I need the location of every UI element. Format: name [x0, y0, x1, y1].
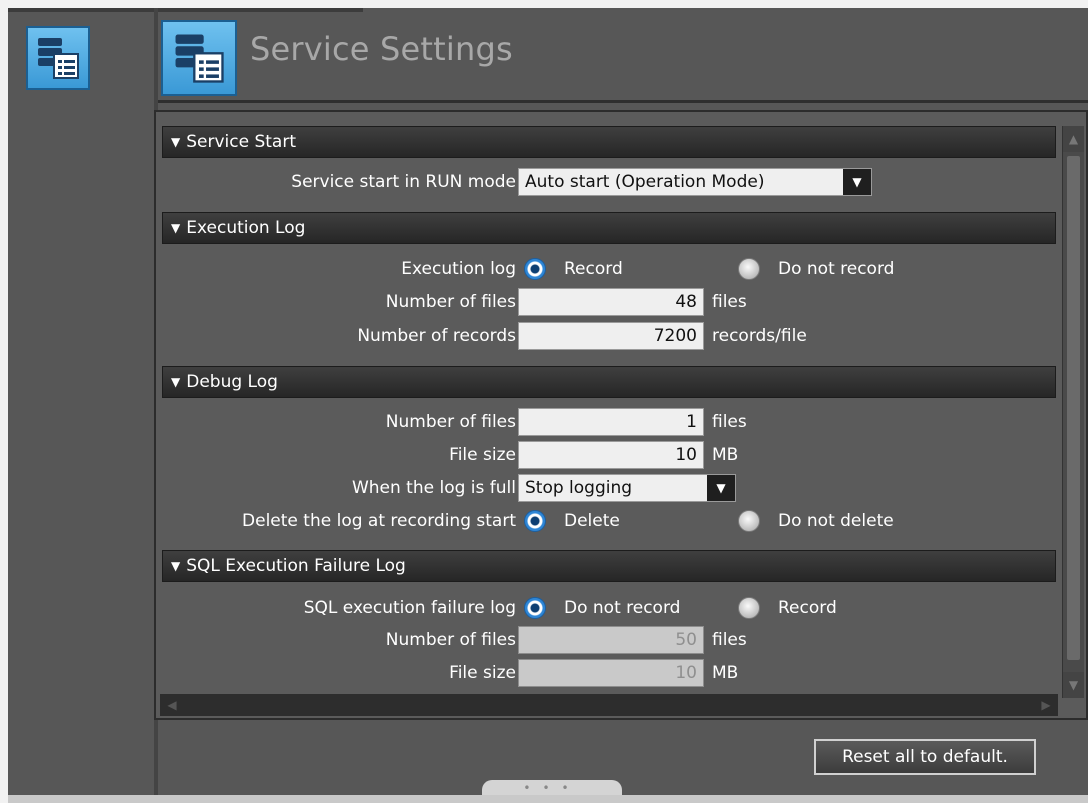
- sql-do-not-record-radio[interactable]: [524, 597, 546, 619]
- settings-panel: ▼ Service Start Service start in RUN mode…: [154, 110, 1088, 720]
- scroll-up-icon[interactable]: ▲: [1063, 126, 1084, 152]
- debug-size-input[interactable]: 10: [518, 441, 704, 469]
- debug-full-value: Stop logging: [525, 478, 633, 498]
- section-title: Debug Log: [186, 372, 278, 392]
- collapse-triangle-icon: ▼: [171, 375, 181, 389]
- execution-files-label: Number of files: [385, 292, 516, 312]
- sql-files-input: 50: [518, 626, 704, 654]
- vertical-scrollbar[interactable]: ▲ ▼: [1062, 126, 1084, 698]
- section-header-sql-failure-log[interactable]: ▼ SQL Execution Failure Log: [162, 550, 1056, 582]
- title-divider: [158, 100, 1088, 103]
- debug-do-not-delete-label: Do not delete: [778, 511, 894, 531]
- service-settings-icon[interactable]: [26, 26, 90, 90]
- debug-size-label: File size: [449, 445, 516, 465]
- debug-files-label: Number of files: [385, 412, 516, 432]
- section-title: Service Start: [186, 132, 296, 152]
- debug-delete-option-label: Delete: [564, 511, 620, 531]
- debug-files-unit: files: [712, 412, 747, 432]
- debug-full-select[interactable]: Stop logging ▼: [518, 474, 736, 502]
- top-tab-sliver: [8, 8, 363, 12]
- scroll-down-icon[interactable]: ▼: [1063, 672, 1084, 698]
- execution-log-do-not-record-label: Do not record: [778, 259, 895, 279]
- debug-delete-label: Delete the log at recording start: [242, 511, 516, 531]
- debug-do-not-delete-radio[interactable]: [738, 510, 760, 532]
- horizontal-scrollbar[interactable]: ◀ ▶: [160, 694, 1058, 716]
- page-title: Service Settings: [250, 30, 513, 68]
- bottom-bar: [8, 795, 1088, 803]
- collapse-triangle-icon: ▼: [171, 559, 181, 573]
- run-mode-value: Auto start (Operation Mode): [525, 172, 765, 192]
- app-window: Service Settings ▼ Service Start Service …: [8, 8, 1088, 803]
- execution-records-label: Number of records: [357, 326, 516, 346]
- sql-size-label: File size: [449, 663, 516, 683]
- execution-files-unit: files: [712, 292, 747, 312]
- execution-log-record-label: Record: [564, 259, 623, 279]
- run-mode-select[interactable]: Auto start (Operation Mode) ▼: [518, 168, 872, 196]
- sql-do-not-record-label: Do not record: [564, 598, 681, 618]
- debug-files-input[interactable]: 1: [518, 408, 704, 436]
- sql-size-unit: MB: [712, 663, 739, 683]
- execution-files-input[interactable]: 48: [518, 288, 704, 316]
- sql-files-label: Number of files: [385, 630, 516, 650]
- vertical-scroll-thumb[interactable]: [1067, 156, 1080, 660]
- debug-size-unit: MB: [712, 445, 739, 465]
- section-header-debug-log[interactable]: ▼ Debug Log: [162, 366, 1056, 398]
- execution-log-record-radio[interactable]: [524, 258, 546, 280]
- scroll-left-icon[interactable]: ◀: [160, 694, 184, 716]
- section-title: SQL Execution Failure Log: [186, 556, 406, 576]
- sql-failure-log-label: SQL execution failure log: [303, 598, 516, 618]
- dropdown-arrow-icon[interactable]: ▼: [705, 475, 735, 501]
- section-header-service-start[interactable]: ▼ Service Start: [162, 126, 1056, 158]
- debug-delete-radio[interactable]: [524, 510, 546, 532]
- dropdown-arrow-icon[interactable]: ▼: [841, 169, 871, 195]
- sql-size-input: 10: [518, 659, 704, 687]
- pane-resize-grip-icon[interactable]: •••: [482, 780, 622, 796]
- execution-log-do-not-record-radio[interactable]: [738, 258, 760, 280]
- execution-log-label: Execution log: [401, 259, 516, 279]
- section-title: Execution Log: [186, 218, 306, 238]
- section-header-execution-log[interactable]: ▼ Execution Log: [162, 212, 1056, 244]
- sql-record-radio[interactable]: [738, 597, 760, 619]
- scroll-right-icon[interactable]: ▶: [1034, 694, 1058, 716]
- run-mode-label: Service start in RUN mode: [291, 172, 516, 192]
- service-settings-title-icon: [161, 20, 237, 96]
- execution-records-input[interactable]: 7200: [518, 322, 704, 350]
- reset-all-button[interactable]: Reset all to default.: [814, 739, 1036, 775]
- debug-full-label: When the log is full: [351, 478, 516, 498]
- sql-record-label: Record: [778, 598, 837, 618]
- sql-files-unit: files: [712, 630, 747, 650]
- collapse-triangle-icon: ▼: [171, 135, 181, 149]
- execution-records-unit: records/file: [712, 326, 807, 346]
- collapse-triangle-icon: ▼: [171, 221, 181, 235]
